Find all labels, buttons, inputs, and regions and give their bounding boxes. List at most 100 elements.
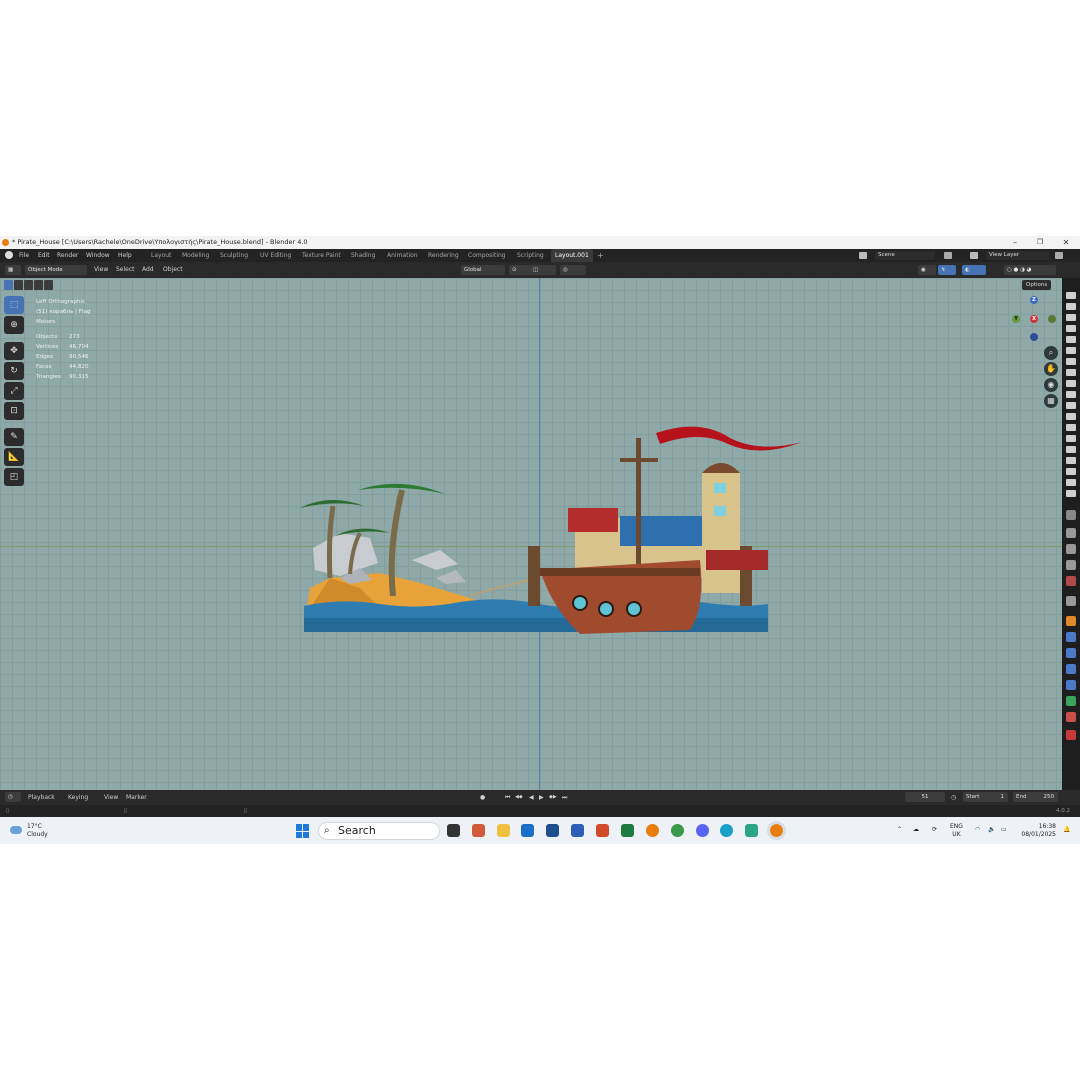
camera-icon[interactable]: [1066, 347, 1076, 354]
pivot-point-icon[interactable]: ⊙: [509, 265, 531, 275]
widgets-icon[interactable]: [472, 824, 485, 837]
physics-properties-icon[interactable]: [1066, 664, 1076, 674]
current-frame-field[interactable]: 51: [905, 792, 945, 802]
notification-bell-icon[interactable]: 🔔: [1063, 826, 1070, 834]
camera-icon[interactable]: [1066, 446, 1076, 453]
end-frame-field[interactable]: End 250: [1013, 792, 1058, 802]
wifi-icon[interactable]: ◠: [975, 826, 980, 834]
output-properties-icon[interactable]: [1066, 544, 1076, 554]
add-workspace-button[interactable]: +: [597, 249, 604, 262]
camera-icon[interactable]: [1066, 457, 1076, 464]
orientation-dropdown[interactable]: Global: [461, 265, 505, 275]
pan-hand-icon[interactable]: ✋: [1044, 362, 1058, 376]
menu-render[interactable]: Render: [57, 249, 78, 262]
tab-rendering[interactable]: Rendering: [428, 249, 459, 262]
3d-viewport[interactable]: Left Orthographic (51) корабль | Flag Me…: [0, 278, 1062, 790]
view-layer-properties-icon[interactable]: [1066, 560, 1076, 570]
tab-texture-paint[interactable]: Texture Paint: [302, 249, 341, 262]
blender-active-taskbar-icon[interactable]: [767, 821, 786, 840]
jump-start-button[interactable]: ⏮: [505, 790, 510, 805]
editor-type-icon[interactable]: ▦: [5, 265, 21, 275]
start-frame-field[interactable]: Start 1: [963, 792, 1008, 802]
jump-end-button[interactable]: ⏭: [562, 790, 567, 805]
taskbar-search-box[interactable]: ⌕ Search: [318, 822, 440, 840]
camera-icon[interactable]: [1066, 413, 1076, 420]
tab-layout-001[interactable]: Layout.001: [551, 249, 593, 262]
app-icon[interactable]: [745, 824, 758, 837]
constraints-properties-icon[interactable]: [1066, 680, 1076, 690]
particles-properties-icon[interactable]: [1066, 648, 1076, 658]
header-menu-add[interactable]: Add: [142, 262, 154, 278]
camera-icon[interactable]: [1066, 336, 1076, 343]
shading-modes[interactable]: ○ ● ◑ ◕: [1004, 265, 1056, 275]
tab-animation[interactable]: Animation: [387, 249, 418, 262]
camera-icon[interactable]: [1066, 292, 1076, 299]
camera-icon[interactable]: [1066, 490, 1076, 497]
minimize-button[interactable]: –: [1003, 236, 1027, 249]
menu-window[interactable]: Window: [86, 249, 110, 262]
menu-edit[interactable]: Edit: [38, 249, 50, 262]
camera-icon[interactable]: [1066, 424, 1076, 431]
tab-modeling[interactable]: Modeling: [182, 249, 209, 262]
tool-properties-icon[interactable]: [1066, 510, 1076, 520]
chevron-up-icon[interactable]: ⌃: [897, 826, 902, 834]
gizmo-neg-y[interactable]: [1048, 315, 1056, 323]
tab-sculpting[interactable]: Sculpting: [220, 249, 248, 262]
record-icon[interactable]: ●: [480, 790, 485, 805]
scene-properties-icon[interactable]: [1066, 576, 1076, 586]
play-reverse-button[interactable]: ◀: [529, 790, 534, 805]
view-layer-icon[interactable]: [970, 252, 978, 259]
menu-file[interactable]: File: [19, 249, 29, 262]
windows-start-icon[interactable]: [296, 824, 310, 838]
header-menu-select[interactable]: Select: [116, 262, 135, 278]
new-scene-icon[interactable]: [944, 252, 952, 259]
overlay-toggle-icon[interactable]: ◐: [962, 265, 986, 275]
sync-icon[interactable]: ⟳: [932, 826, 937, 834]
ortho-grid-icon[interactable]: ▦: [1044, 394, 1058, 408]
next-keyframe-button[interactable]: ◆▶: [549, 790, 557, 805]
camera-icon[interactable]: [1066, 314, 1076, 321]
mode-dropdown[interactable]: Object Mode: [25, 265, 87, 275]
play-button[interactable]: ▶: [539, 790, 544, 805]
snap-icon[interactable]: ◫: [530, 265, 556, 275]
timeline-menu-view[interactable]: View: [104, 790, 118, 805]
file-explorer-icon[interactable]: [497, 824, 510, 837]
gizmo-neg-z[interactable]: [1030, 333, 1038, 341]
chrome-icon[interactable]: [671, 824, 684, 837]
camera-icon[interactable]: [1066, 402, 1076, 409]
scene-icon[interactable]: [859, 252, 867, 259]
weather-widget[interactable]: 17°C Cloudy: [27, 823, 48, 839]
tab-scripting[interactable]: Scripting: [517, 249, 544, 262]
maximize-button[interactable]: ❐: [1028, 236, 1052, 249]
volume-icon[interactable]: 🔈: [988, 826, 995, 834]
gizmo-toggle-icon[interactable]: ↯: [938, 265, 956, 275]
camera-icon[interactable]: [1066, 303, 1076, 310]
camera-icon[interactable]: [1066, 435, 1076, 442]
timeline-menu-keying[interactable]: Keying: [68, 790, 88, 805]
visibility-icon[interactable]: ◉: [918, 265, 936, 275]
blender-logo-icon[interactable]: [5, 251, 13, 259]
view-layer-field[interactable]: View Layer: [986, 251, 1050, 260]
battery-icon[interactable]: ▭: [1001, 826, 1007, 834]
scene-name-field[interactable]: Scene: [875, 251, 935, 260]
tab-uv-editing[interactable]: UV Editing: [260, 249, 291, 262]
object-properties-icon[interactable]: [1066, 616, 1076, 626]
gizmo-z[interactable]: Z: [1030, 296, 1038, 304]
texture-properties-icon[interactable]: [1066, 730, 1076, 740]
camera-icon[interactable]: [1066, 468, 1076, 475]
outlook-icon[interactable]: [521, 824, 534, 837]
modifier-properties-icon[interactable]: [1066, 632, 1076, 642]
timeline-menu-playback[interactable]: Playback: [28, 790, 55, 805]
task-view-icon[interactable]: [447, 824, 460, 837]
camera-icon[interactable]: [1066, 369, 1076, 376]
clock[interactable]: 16:38 08/01/2025: [1020, 823, 1056, 839]
header-menu-view[interactable]: View: [94, 262, 108, 278]
tab-shading[interactable]: Shading: [351, 249, 375, 262]
tab-compositing[interactable]: Compositing: [468, 249, 506, 262]
edge-icon[interactable]: [720, 824, 733, 837]
discord-icon[interactable]: [696, 824, 709, 837]
camera-icon[interactable]: [1066, 358, 1076, 365]
onedrive-icon[interactable]: ☁: [913, 826, 919, 834]
timeline-editor-icon[interactable]: ◷: [5, 792, 21, 802]
camera-icon[interactable]: [1066, 391, 1076, 398]
